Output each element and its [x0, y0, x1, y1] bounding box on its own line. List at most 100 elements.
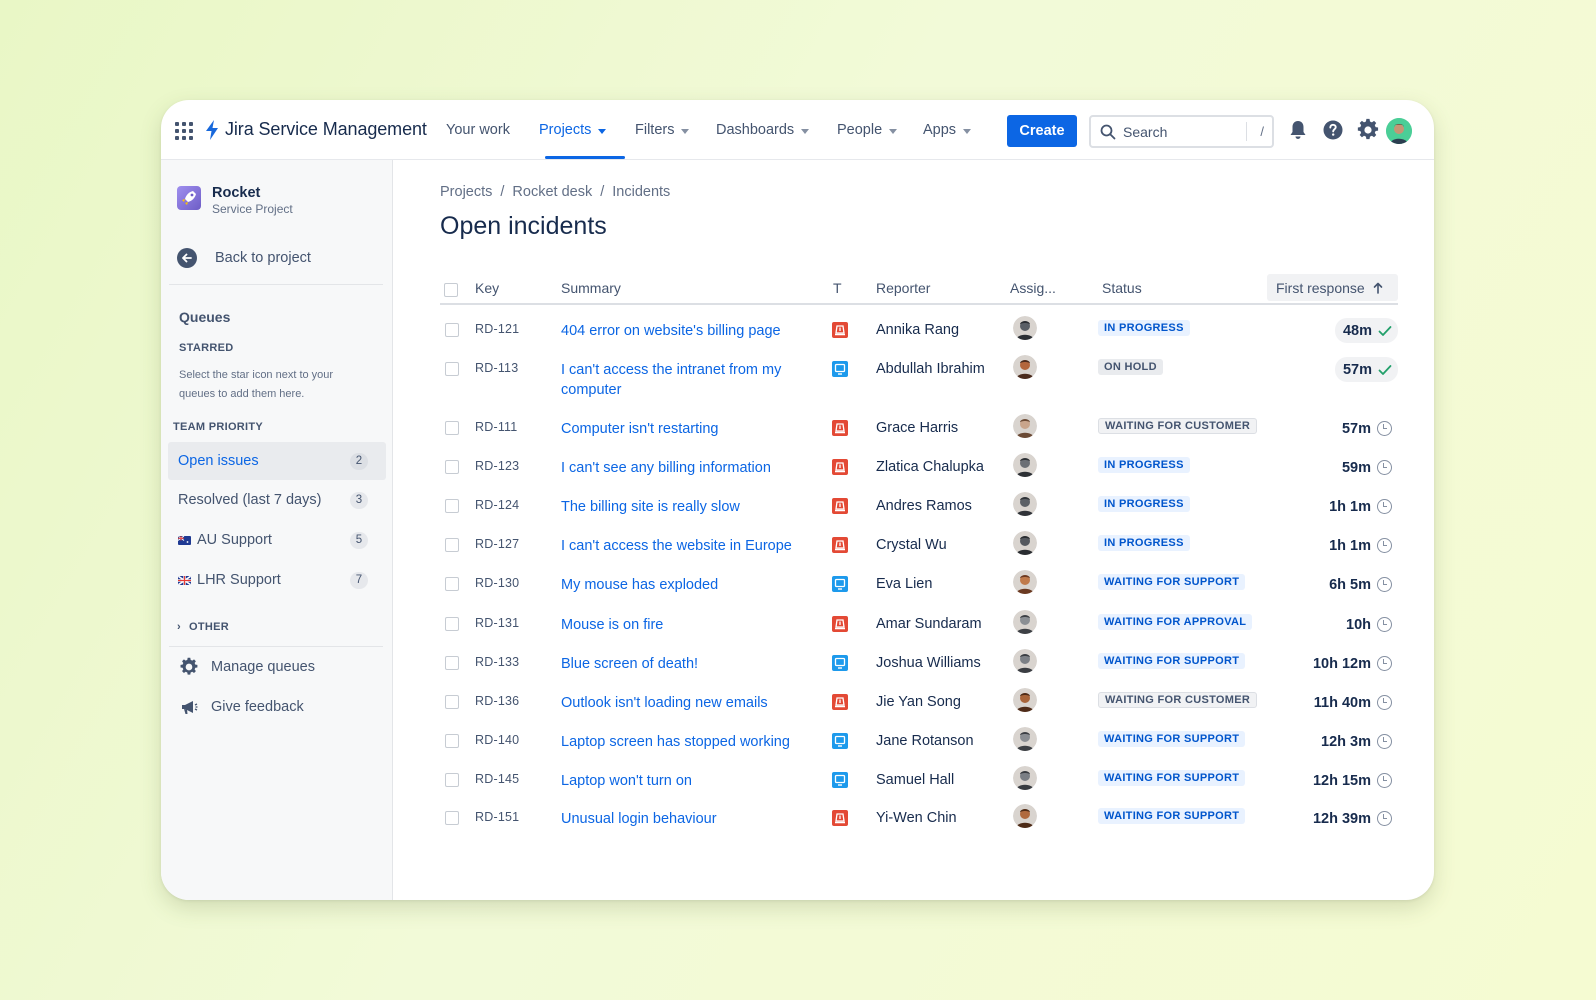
status-badge[interactable]: WAITING FOR APPROVAL	[1098, 614, 1253, 630]
nav-your-work[interactable]: Your work	[446, 122, 510, 138]
select-all-checkbox[interactable]	[444, 283, 458, 297]
status-badge[interactable]: IN PROGRESS	[1098, 320, 1190, 336]
table-row[interactable]: RD-145 Laptop won't turn on Samuel Hall WAI…	[440, 761, 1398, 800]
search-input[interactable]	[1123, 123, 1243, 140]
product-logo[interactable]: Jira Service Management	[205, 119, 427, 140]
breadcrumb-rocket-desk[interactable]: Rocket desk	[512, 184, 592, 200]
queue-au-support[interactable]: AU Support 5	[168, 521, 386, 559]
row-checkbox[interactable]	[445, 460, 459, 474]
column-key[interactable]: Key	[475, 280, 499, 296]
assignee-avatar[interactable]	[1013, 649, 1037, 673]
table-row[interactable]: RD-130 My mouse has exploded Eva Lien WAITI…	[440, 565, 1398, 604]
column-assignee[interactable]: Assig...	[1010, 280, 1056, 296]
assignee-avatar[interactable]	[1013, 766, 1037, 790]
nav-filters[interactable]: Filters	[635, 122, 690, 138]
issue-key[interactable]: RD-123	[475, 459, 519, 473]
status-badge[interactable]: WAITING FOR SUPPORT	[1098, 770, 1246, 786]
nav-apps[interactable]: Apps	[923, 122, 972, 138]
issue-summary-link[interactable]: Computer isn't restarting	[561, 419, 811, 439]
issue-key[interactable]: RD-130	[475, 576, 519, 590]
app-switcher-icon[interactable]	[175, 122, 193, 140]
search-field[interactable]: /	[1089, 115, 1274, 148]
status-badge[interactable]: IN PROGRESS	[1098, 457, 1190, 473]
nav-projects[interactable]: Projects	[539, 122, 607, 138]
column-type[interactable]: T	[833, 280, 842, 296]
table-row[interactable]: RD-133 Blue screen of death! Joshua Willia…	[440, 644, 1398, 683]
issue-key[interactable]: RD-113	[475, 361, 518, 375]
queue-open-issues[interactable]: Open issues 2	[168, 442, 386, 480]
issue-key[interactable]: RD-121	[475, 322, 519, 336]
issue-summary-link[interactable]: I can't access the intranet from my comp…	[561, 360, 811, 400]
row-checkbox[interactable]	[445, 695, 459, 709]
assignee-avatar[interactable]	[1013, 355, 1037, 379]
column-reporter[interactable]: Reporter	[876, 280, 930, 296]
breadcrumb-incidents[interactable]: Incidents	[612, 184, 670, 200]
table-row[interactable]: RD-140 Laptop screen has stopped working J…	[440, 722, 1398, 761]
issue-summary-link[interactable]: Laptop screen has stopped working	[561, 732, 811, 752]
issue-summary-link[interactable]: Mouse is on fire	[561, 615, 811, 635]
issue-key[interactable]: RD-111	[475, 420, 517, 434]
issue-key[interactable]: RD-133	[475, 655, 519, 669]
row-checkbox[interactable]	[445, 773, 459, 787]
column-status[interactable]: Status	[1102, 280, 1142, 296]
row-checkbox[interactable]	[445, 323, 459, 337]
assignee-avatar[interactable]	[1013, 453, 1037, 477]
status-badge[interactable]: WAITING FOR CUSTOMER	[1098, 692, 1258, 708]
manage-queues-link[interactable]: Manage queues	[179, 657, 315, 677]
row-checkbox[interactable]	[445, 617, 459, 631]
row-checkbox[interactable]	[445, 538, 459, 552]
nav-people[interactable]: People	[837, 122, 898, 138]
row-checkbox[interactable]	[445, 362, 459, 376]
table-row[interactable]: RD-151 Unusual login behaviour Yi-Wen Chin…	[440, 799, 1398, 838]
issue-summary-link[interactable]: Laptop won't turn on	[561, 771, 811, 791]
issue-summary-link[interactable]: I can't access the website in Europe	[561, 536, 811, 556]
assignee-avatar[interactable]	[1013, 316, 1037, 340]
notifications-bell-icon[interactable]	[1286, 118, 1310, 142]
issue-key[interactable]: RD-145	[475, 772, 519, 786]
table-row[interactable]: RD-123 I can't see any billing informatio…	[440, 448, 1398, 487]
assignee-avatar[interactable]	[1013, 727, 1037, 751]
table-row[interactable]: RD-136 Outlook isn't loading new emails Ji…	[440, 683, 1398, 722]
table-row[interactable]: RD-131 Mouse is on fire Amar Sundaram WAITI…	[440, 605, 1398, 644]
status-badge[interactable]: WAITING FOR CUSTOMER	[1098, 418, 1258, 434]
row-checkbox[interactable]	[445, 811, 459, 825]
queue-lhr-support[interactable]: LHR Support 7	[168, 561, 386, 599]
row-checkbox[interactable]	[445, 421, 459, 435]
status-badge[interactable]: IN PROGRESS	[1098, 535, 1190, 551]
issue-key[interactable]: RD-151	[475, 810, 519, 824]
issue-summary-link[interactable]: I can't see any billing information	[561, 458, 811, 478]
issue-summary-link[interactable]: Unusual login behaviour	[561, 809, 811, 829]
issue-summary-link[interactable]: The billing site is really slow	[561, 497, 811, 517]
table-row[interactable]: RD-124 The billing site is really slow And…	[440, 487, 1398, 526]
issue-summary-link[interactable]: Outlook isn't loading new emails	[561, 693, 811, 713]
assignee-avatar[interactable]	[1013, 492, 1037, 516]
status-badge[interactable]: WAITING FOR SUPPORT	[1098, 808, 1246, 824]
breadcrumb-projects[interactable]: Projects	[440, 184, 492, 200]
table-row[interactable]: RD-121 404 error on website's billing pag…	[440, 311, 1398, 350]
back-to-project-link[interactable]: Back to project	[177, 248, 311, 268]
assignee-avatar[interactable]	[1013, 414, 1037, 438]
issue-summary-link[interactable]: My mouse has exploded	[561, 575, 811, 595]
assignee-avatar[interactable]	[1013, 570, 1037, 594]
column-summary[interactable]: Summary	[561, 280, 621, 296]
row-checkbox[interactable]	[445, 656, 459, 670]
queue-resolved[interactable]: Resolved (last 7 days) 3	[168, 481, 386, 519]
help-icon[interactable]	[1321, 118, 1345, 142]
assignee-avatar[interactable]	[1013, 804, 1037, 828]
other-section-toggle[interactable]: › OTHER	[177, 621, 229, 633]
status-badge[interactable]: WAITING FOR SUPPORT	[1098, 653, 1246, 669]
nav-dashboards[interactable]: Dashboards	[716, 122, 810, 138]
give-feedback-link[interactable]: Give feedback	[179, 697, 304, 717]
status-badge[interactable]: IN PROGRESS	[1098, 496, 1190, 512]
assignee-avatar[interactable]	[1013, 610, 1037, 634]
table-row[interactable]: RD-127 I can't access the website in Euro…	[440, 526, 1398, 565]
status-badge[interactable]: WAITING FOR SUPPORT	[1098, 731, 1246, 747]
status-badge[interactable]: ON HOLD	[1098, 359, 1163, 375]
column-first-response[interactable]: First response	[1267, 274, 1398, 301]
row-checkbox[interactable]	[445, 577, 459, 591]
issue-summary-link[interactable]: 404 error on website's billing page	[561, 321, 811, 341]
issue-key[interactable]: RD-140	[475, 733, 519, 747]
issue-key[interactable]: RD-127	[475, 537, 519, 551]
create-button[interactable]: Create	[1007, 115, 1077, 147]
table-row[interactable]: RD-111 Computer isn't restarting Grace Har…	[440, 409, 1398, 448]
